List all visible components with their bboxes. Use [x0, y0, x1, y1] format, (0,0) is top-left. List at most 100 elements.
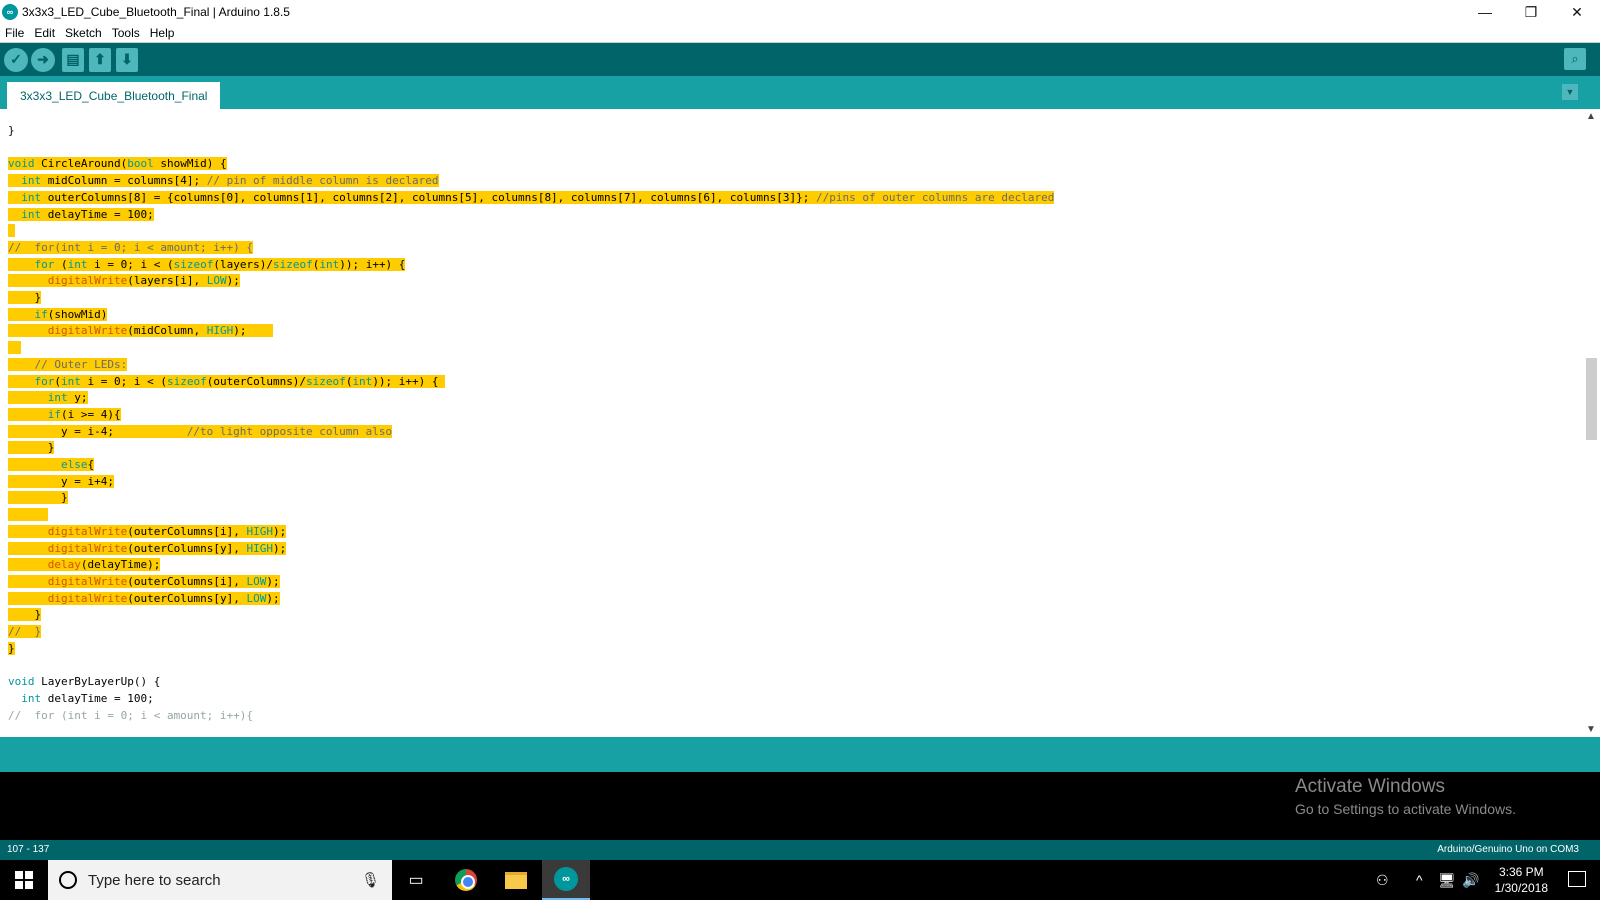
- new-sketch-button[interactable]: ▤: [62, 47, 84, 72]
- scroll-up-icon[interactable]: ▲: [1586, 111, 1596, 122]
- code-line: [8, 339, 22, 356]
- arduino-taskbar-button[interactable]: ∞: [542, 860, 590, 900]
- code-line: if(i >= 4){: [8, 406, 121, 423]
- code-line: for(int i = 0; i < (sizeof(outerColumns)…: [8, 373, 446, 390]
- code-line: y = i-4; //to light opposite column also: [8, 423, 393, 440]
- code-line: digitalWrite(outerColumns[i], HIGH);: [8, 523, 287, 540]
- menu-tools[interactable]: Tools: [107, 26, 145, 40]
- code-text: // }: [8, 625, 42, 638]
- folder-icon: [505, 871, 527, 889]
- code-line: if(showMid): [8, 306, 108, 323]
- code-text: void CircleAround(bool showMid) {: [8, 157, 227, 171]
- menu-help[interactable]: Help: [145, 26, 180, 40]
- close-button[interactable]: ✕: [1554, 0, 1600, 24]
- code-text: int midColumn = columns[4]; // pin of mi…: [8, 174, 439, 188]
- restore-button[interactable]: ❐: [1508, 0, 1554, 24]
- menu-sketch[interactable]: Sketch: [60, 26, 107, 40]
- menu-edit[interactable]: Edit: [29, 26, 60, 40]
- check-icon: ✓: [10, 51, 22, 67]
- menu-file[interactable]: File: [0, 26, 29, 40]
- window-title-bar: ∞ 3x3x3_LED_Cube_Bluetooth_Final | Ardui…: [0, 0, 1600, 24]
- code-text: digitalWrite(outerColumns[y], HIGH);: [8, 541, 287, 555]
- code-text: for(int i = 0; i < (sizeof(outerColumns)…: [8, 374, 446, 388]
- task-view-button[interactable]: ▭: [392, 860, 440, 900]
- code-line: [8, 656, 15, 673]
- code-text: if(showMid): [8, 307, 108, 321]
- volume-icon[interactable]: 🔊: [1462, 860, 1479, 900]
- status-bar: 107 - 137 Arduino/Genuino Uno on COM3: [0, 840, 1600, 860]
- code-line: }: [8, 606, 42, 623]
- code-text: int delayTime = 100;: [8, 207, 154, 221]
- code-line: digitalWrite(outerColumns[y], LOW);: [8, 590, 280, 607]
- chrome-icon: [455, 869, 477, 891]
- tray-chevron-up-icon[interactable]: ^: [1416, 860, 1423, 900]
- save-sketch-button[interactable]: ⬇: [116, 47, 138, 72]
- code-line: [8, 506, 48, 523]
- code-text: }: [8, 641, 15, 655]
- people-icon[interactable]: ⚇: [1376, 860, 1389, 900]
- code-line: }: [8, 489, 68, 506]
- code-line: // for(int i = 0; i < amount; i++) {: [8, 239, 254, 256]
- code-text: digitalWrite(outerColumns[y], LOW);: [8, 591, 280, 605]
- menu-bar: File Edit Sketch Tools Help: [0, 24, 1600, 43]
- tab-bar: 3x3x3_LED_Cube_Bluetooth_Final ▼: [0, 76, 1600, 109]
- code-line: else{: [8, 456, 95, 473]
- file-explorer-taskbar-button[interactable]: [492, 860, 540, 900]
- taskbar-search[interactable]: Type here to search 🎙: [48, 860, 392, 900]
- tab-menu-button[interactable]: ▼: [1562, 84, 1578, 100]
- code-text: }: [8, 608, 42, 622]
- notifications-icon[interactable]: [1568, 871, 1586, 887]
- upload-button[interactable]: ➜: [31, 47, 55, 72]
- line-range: 107 - 137: [7, 844, 50, 855]
- code-text: digitalWrite(outerColumns[i], LOW);: [8, 574, 280, 588]
- code-text: if(i >= 4){: [8, 407, 121, 421]
- arduino-icon: ∞: [554, 867, 578, 891]
- clock-time: 3:36 PM: [1498, 865, 1544, 879]
- code-text: int outerColumns[8] = {columns[0], colum…: [8, 190, 1055, 204]
- activate-windows-title: Activate Windows: [1295, 776, 1445, 797]
- code-line: [8, 222, 15, 239]
- code-line: }: [8, 289, 42, 306]
- minimize-button[interactable]: —: [1462, 0, 1508, 24]
- code-text: delay(delayTime);: [8, 558, 161, 572]
- search-placeholder: Type here to search: [88, 871, 221, 889]
- code-text: [8, 341, 22, 355]
- open-sketch-button[interactable]: ⬆: [89, 47, 111, 72]
- chrome-taskbar-button[interactable]: [442, 860, 490, 900]
- code-text: }: [8, 291, 42, 304]
- code-text: for (int i = 0; i < (sizeof(layers)/size…: [8, 257, 406, 271]
- code-line: y = i+4;: [8, 473, 114, 490]
- verify-button[interactable]: ✓: [4, 47, 28, 72]
- network-icon[interactable]: 🖥: [1438, 860, 1456, 900]
- taskbar-clock[interactable]: 3:36 PM 1/30/2018: [1495, 864, 1548, 896]
- code-editor[interactable]: } void CircleAround(bool showMid) { int …: [0, 109, 1583, 737]
- scroll-down-icon[interactable]: ▼: [1586, 724, 1596, 735]
- scrollbar-thumb[interactable]: [1586, 358, 1597, 440]
- code-text: int y;: [8, 391, 88, 405]
- code-line: void LayerByLayerUp() {: [8, 673, 160, 690]
- code-text: }: [8, 124, 15, 137]
- code-line: }: [8, 439, 55, 456]
- editor-scrollbar[interactable]: ▲ ▼: [1583, 109, 1600, 737]
- microphone-icon[interactable]: 🎙: [361, 871, 380, 889]
- document-icon: ▤: [66, 51, 80, 67]
- windows-taskbar: Type here to search 🎙 ▭ ∞ ⚇ ^ 🖥 🔊 3:36 P…: [0, 860, 1600, 900]
- code-line: }: [8, 640, 15, 657]
- code-line: for (int i = 0; i < (sizeof(layers)/size…: [8, 256, 406, 273]
- code-text: digitalWrite(layers[i], LOW);: [8, 274, 240, 288]
- tab-sketch[interactable]: 3x3x3_LED_Cube_Bluetooth_Final: [7, 82, 221, 109]
- start-button[interactable]: [0, 860, 48, 900]
- code-text: y = i-4; //to light opposite column also: [8, 424, 393, 438]
- arduino-logo-icon: ∞: [2, 4, 18, 20]
- code-text: void LayerByLayerUp() {: [8, 675, 161, 689]
- code-line: void CircleAround(bool showMid) {: [8, 155, 227, 172]
- code-line: int outerColumns[8] = {columns[0], colum…: [8, 189, 1055, 206]
- clock-date: 1/30/2018: [1494, 881, 1548, 895]
- code-text: // for(int i = 0; i < amount; i++) {: [8, 240, 254, 254]
- cortana-icon: [59, 871, 77, 889]
- serial-monitor-button[interactable]: ⌕: [1564, 48, 1586, 70]
- code-text: digitalWrite(outerColumns[i], HIGH);: [8, 524, 287, 538]
- code-line: // }: [8, 623, 42, 640]
